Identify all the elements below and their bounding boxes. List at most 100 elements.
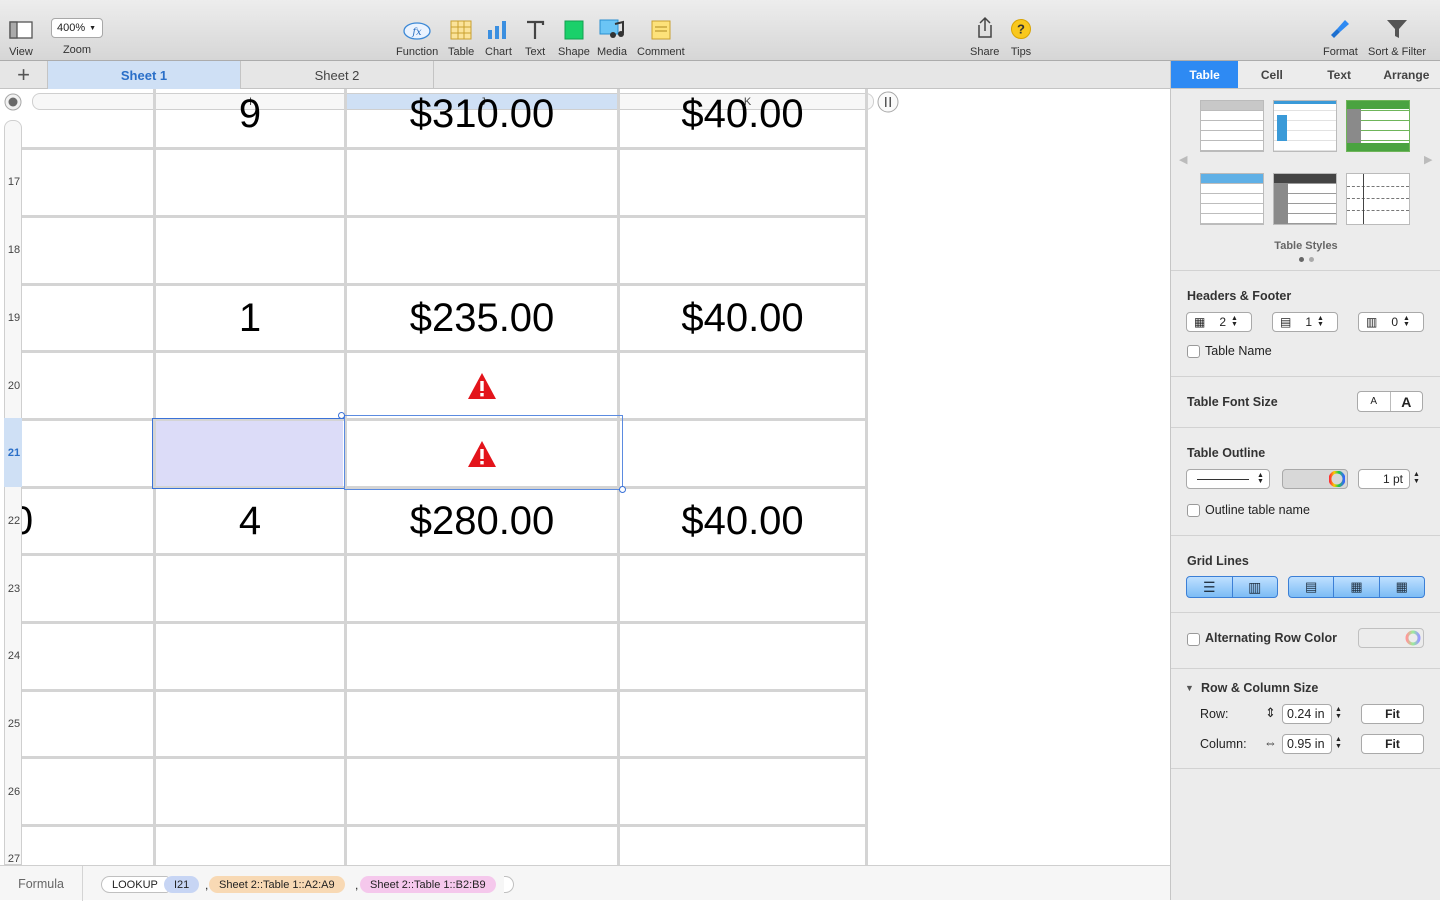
tab-table[interactable]: Table [1171,61,1239,88]
comment-button[interactable]: Comment [637,14,685,58]
cell-j20[interactable] [347,353,617,418]
increase-font-button[interactable]: A [1391,392,1423,411]
sidebar-tabs: Table Cell Text Arrange [1171,61,1440,89]
table-style-option[interactable] [1273,100,1337,152]
reference-token-i21[interactable]: I21 [164,876,200,893]
header-columns-stepper[interactable]: ▤ 1 ▲ ▼ [1272,312,1338,332]
table-styles-label: Table Styles [1274,240,1338,252]
cell-j22[interactable]: $280.00 [347,489,617,553]
select-all-handle[interactable] [4,93,22,111]
grid-lines-title: Grid Lines [1187,554,1249,568]
formula-reference-box [152,418,345,489]
disclosure-triangle-icon[interactable]: ▼ [1185,683,1194,693]
fit-column-button[interactable]: Fit [1361,734,1424,754]
cell-j19[interactable]: $235.00 [347,286,617,350]
stepper-icon[interactable]: ▲ ▼ [1413,471,1420,485]
warning-icon [468,372,496,399]
spreadsheet-grid[interactable]: 9 $310.00 $40.00 1 $235.00 $40.00 0 4 $2… [22,89,868,865]
chevron-right-icon[interactable]: ▶ [1424,153,1432,166]
table-style-option[interactable] [1346,173,1410,225]
chart-label: Chart [485,46,512,58]
row-number[interactable]: 21 [5,447,23,459]
row-number[interactable]: 18 [5,244,23,256]
fit-row-button[interactable]: Fit [1361,704,1424,724]
table-style-option[interactable] [1273,173,1337,225]
cell-i16[interactable]: 9 [156,89,344,139]
cell-h22[interactable]: 0 [22,489,42,553]
tab-sheet-1[interactable]: Sheet 1 [48,61,241,89]
stepper-icon: ▲ ▼ [1257,472,1264,485]
footer-lines-icon[interactable]: ▦ [1380,577,1424,597]
function-icon: fx [403,22,431,40]
header-column-lines-icon[interactable]: ▦ [1334,577,1380,597]
media-button[interactable]: Media [597,14,627,58]
tips-button[interactable]: ? Tips [1010,14,1032,58]
stepper-icon[interactable]: ▲ ▼ [1335,706,1342,720]
row-number[interactable]: 20 [5,380,23,392]
tab-text[interactable]: Text [1306,61,1373,88]
table-style-option[interactable] [1200,173,1264,225]
paintbrush-icon [1331,20,1350,38]
row-height-field[interactable]: 0.24 in [1282,704,1332,724]
cell-j16[interactable]: $310.00 [347,89,617,139]
tab-arrange[interactable]: Arrange [1373,61,1440,88]
reference-token-b2b9[interactable]: Sheet 2::Table 1::B2:B9 [360,876,496,893]
row-number[interactable]: 26 [5,786,23,798]
shape-button[interactable]: Shape [558,14,590,58]
outline-width-field[interactable]: 1 pt [1358,469,1410,489]
reference-token-a2a9[interactable]: Sheet 2::Table 1::A2:A9 [209,876,345,893]
decrease-font-button[interactable]: A [1358,392,1391,411]
argument-separator: , [205,878,209,892]
cell-k16[interactable]: $40.00 [620,89,865,139]
add-sheet-button[interactable]: + [0,61,48,89]
table-style-option[interactable] [1200,100,1264,152]
row-number[interactable]: 22 [5,515,23,527]
text-button[interactable]: Text [525,14,545,58]
vertical-lines-icon[interactable]: ▥ [1233,577,1278,597]
footer-rows-stepper[interactable]: ▥ 0 ▲ ▼ [1358,312,1424,332]
header-rows-stepper[interactable]: ▦ 2 ▲ ▼ [1186,312,1252,332]
row-number[interactable]: 25 [5,718,23,730]
cell-k22[interactable]: $40.00 [620,489,865,553]
share-button[interactable]: Share [970,14,999,58]
outline-style-select[interactable]: ▲ ▼ [1186,469,1270,489]
cell-i22[interactable]: 4 [156,489,344,553]
page-dot[interactable] [1309,257,1314,262]
row-number[interactable]: 27 [5,853,23,865]
resize-handle[interactable] [338,412,345,419]
pause-resize-handle[interactable] [877,91,899,113]
header-rows-icon: ▦ [1194,315,1206,329]
sort-filter-button[interactable]: Sort & Filter [1368,14,1426,58]
cell-i19[interactable]: 1 [156,286,344,350]
row-number[interactable]: 17 [5,176,23,188]
resize-handle[interactable] [619,486,626,493]
outline-color-well[interactable] [1282,469,1348,489]
table-style-option[interactable] [1346,100,1410,152]
function-button[interactable]: fx Function [396,14,438,58]
view-button[interactable]: View [9,14,33,58]
outline-name-checkbox[interactable] [1187,504,1200,517]
zoom-control[interactable]: 400% ▼ Zoom [51,14,103,56]
horizontal-lines-icon[interactable]: ☰ [1187,577,1233,597]
table-icon [450,20,472,40]
alternating-color-well[interactable] [1358,628,1424,648]
zoom-select[interactable]: 400% ▼ [51,18,103,38]
tab-cell[interactable]: Cell [1238,61,1305,88]
row-number[interactable]: 23 [5,583,23,595]
color-wheel-icon [1329,471,1345,487]
page-dot[interactable] [1299,257,1304,262]
chart-button[interactable]: Chart [485,14,512,58]
table-name-checkbox[interactable] [1187,345,1200,358]
stepper-icon[interactable]: ▲ ▼ [1335,736,1342,750]
cell-k19[interactable]: $40.00 [620,286,865,350]
row-number[interactable]: 24 [5,650,23,662]
column-width-field[interactable]: 0.95 in [1282,734,1332,754]
function-token[interactable]: LOOKUP [101,876,169,893]
tab-sheet-2[interactable]: Sheet 2 [241,61,434,89]
header-row-lines-icon[interactable]: ▤ [1289,577,1335,597]
format-button[interactable]: Format [1323,14,1358,58]
row-number[interactable]: 19 [5,312,23,324]
table-button[interactable]: Table [448,14,474,58]
chevron-left-icon[interactable]: ◀ [1179,153,1187,166]
alternating-row-checkbox[interactable] [1187,633,1200,646]
